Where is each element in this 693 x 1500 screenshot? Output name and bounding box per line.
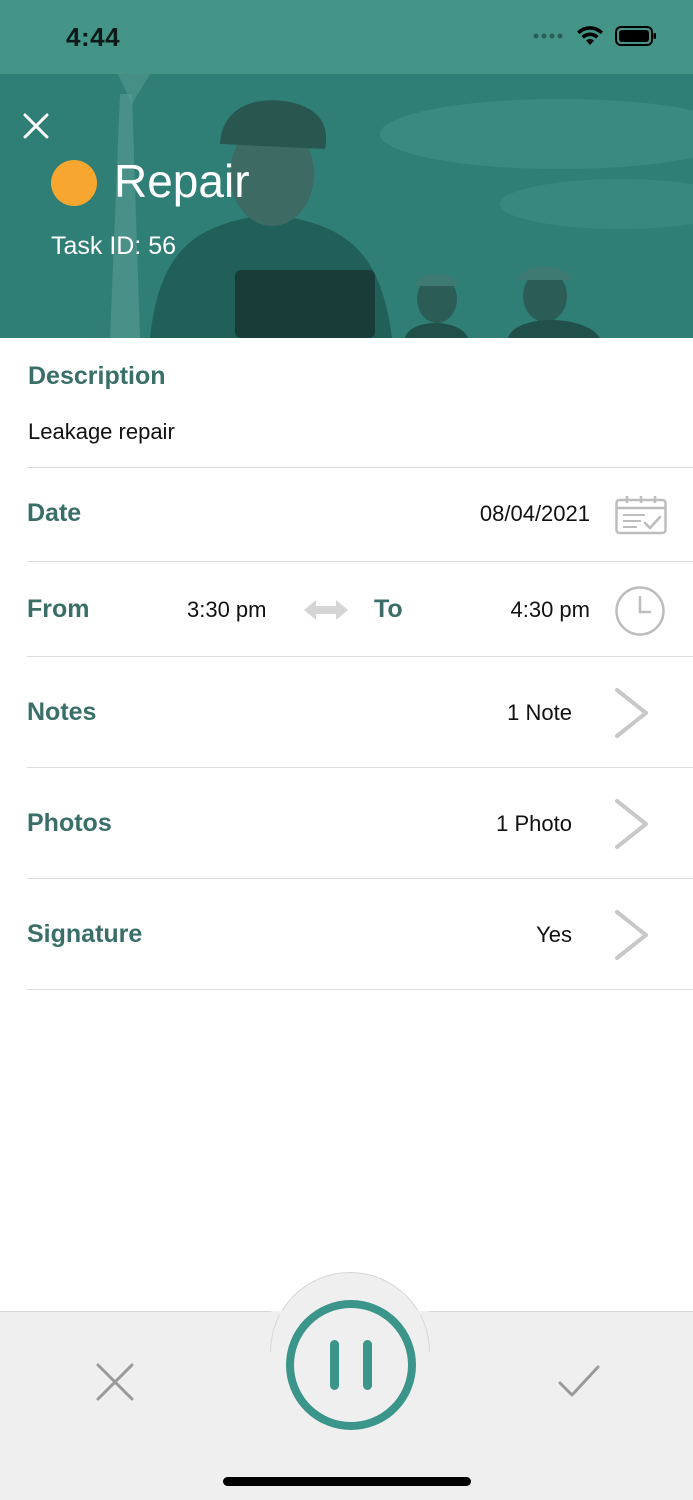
notes-label: Notes bbox=[27, 698, 97, 726]
description-label: Description bbox=[28, 362, 166, 390]
signature-value: Yes bbox=[536, 922, 572, 947]
status-time: 4:44 bbox=[66, 22, 121, 52]
date-label: Date bbox=[27, 499, 82, 527]
task-title: Repair bbox=[114, 155, 250, 207]
from-label: From bbox=[27, 595, 90, 623]
signature-label: Signature bbox=[27, 920, 143, 948]
status-dot bbox=[51, 160, 97, 206]
status-icons bbox=[533, 25, 657, 47]
notes-value: 1 Note bbox=[507, 700, 572, 725]
chevron-right-icon bbox=[615, 688, 648, 738]
photos-value: 1 Photo bbox=[496, 811, 572, 836]
photos-row[interactable]: Photos 1 Photo bbox=[27, 767, 693, 878]
close-button[interactable] bbox=[18, 108, 54, 144]
signal-dots-icon bbox=[533, 33, 563, 39]
photos-label: Photos bbox=[27, 809, 112, 837]
from-time-value: 3:30 pm bbox=[187, 597, 267, 622]
time-range-row[interactable]: From 3:30 pm To 4:30 pm bbox=[27, 561, 693, 655]
date-value: 08/04/2021 bbox=[479, 501, 590, 526]
to-label: To bbox=[374, 595, 403, 623]
construction-workers-image bbox=[0, 74, 693, 338]
swap-arrows-icon bbox=[304, 600, 348, 620]
status-bar: 4:44 bbox=[0, 0, 693, 74]
task-header: Repair Task ID: 56 bbox=[0, 74, 693, 338]
home-indicator bbox=[223, 1477, 471, 1486]
chevron-right-icon bbox=[615, 910, 648, 960]
wifi-icon bbox=[577, 26, 603, 45]
date-row[interactable]: Date 08/04/2021 bbox=[27, 467, 693, 561]
description-text: Leakage repair bbox=[28, 419, 175, 444]
to-time-value: 4:30 pm bbox=[510, 597, 591, 622]
pause-icon bbox=[330, 1340, 339, 1390]
close-icon bbox=[96, 1363, 134, 1401]
battery-icon bbox=[615, 26, 656, 46]
cancel-button[interactable] bbox=[94, 1361, 136, 1403]
close-icon bbox=[23, 113, 49, 139]
task-id: Task ID: 56 bbox=[51, 232, 177, 260]
confirm-button[interactable] bbox=[556, 1361, 602, 1403]
signature-row[interactable]: Signature Yes bbox=[27, 878, 693, 989]
clock-icon bbox=[615, 586, 665, 636]
divider bbox=[27, 989, 693, 990]
notes-row[interactable]: Notes 1 Note bbox=[27, 656, 693, 767]
calendar-check-icon bbox=[615, 496, 667, 535]
chevron-right-icon bbox=[615, 799, 648, 849]
pause-icon-bar bbox=[363, 1340, 372, 1390]
pause-button[interactable] bbox=[286, 1300, 416, 1430]
checkmark-icon bbox=[558, 1365, 600, 1397]
